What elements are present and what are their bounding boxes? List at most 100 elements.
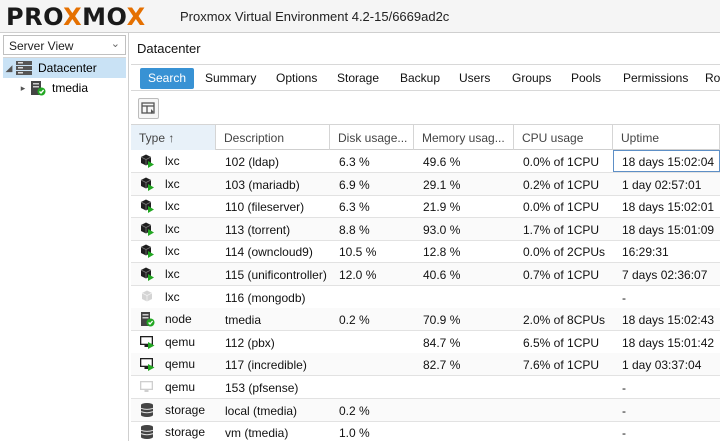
cell-description: 117 (incredible) xyxy=(225,358,307,373)
cell-memory xyxy=(414,286,514,308)
column-header-cpu[interactable]: CPU usage xyxy=(514,125,613,150)
page-title: Datacenter xyxy=(137,41,201,56)
container-running-icon xyxy=(139,198,155,214)
table-row[interactable]: lxc 114 (owncloud9) 10.5 % 12.8 % 0.0% of 2C… xyxy=(131,240,720,264)
tree-item-label: Datacenter xyxy=(38,61,97,75)
tab-summary[interactable]: Summary xyxy=(197,68,264,89)
cell-uptime: 18 days 15:01:09 xyxy=(622,222,715,237)
tree-item-datacenter[interactable]: ◢ Datacenter xyxy=(3,58,126,78)
tab-pools[interactable]: Pools xyxy=(563,68,609,89)
tab-options[interactable]: Options xyxy=(268,68,325,89)
cell-disk: 8.8 % xyxy=(339,222,370,237)
version-label: Proxmox Virtual Environment 4.2-15/6669a… xyxy=(180,9,450,24)
chevron-down-icon[interactable]: ⌄ xyxy=(111,37,120,50)
cell-cpu: 1.7% of 1CPU xyxy=(523,222,600,237)
table-row[interactable]: node tmedia 0.2 % 70.9 % 2.0% of 8CPUs 18 day… xyxy=(131,308,720,332)
expand-icon[interactable]: ▸ xyxy=(17,83,29,94)
cell-type-label: lxc xyxy=(165,199,180,214)
cell-description: 115 (unificontroller) xyxy=(225,268,327,282)
cell-description: 116 (mongodb) xyxy=(225,290,306,305)
cell-type: qemu xyxy=(131,376,216,398)
cell-type: storage xyxy=(131,399,216,421)
column-header-memory[interactable]: Memory usag... xyxy=(414,125,514,150)
grid-toolbar xyxy=(131,95,720,125)
cell-cpu: 0.0% of 1CPU xyxy=(523,155,600,169)
cell-uptime: - xyxy=(622,403,626,418)
cell-cpu: 0.0% of 1CPU xyxy=(523,200,600,215)
cell-cpu xyxy=(514,286,613,308)
table-row[interactable]: lxc 113 (torrent) 8.8 % 93.0 % 1.7% of 1CPU 1… xyxy=(131,217,720,241)
table-row[interactable]: storage local (tmedia) 0.2 % - xyxy=(131,398,720,422)
cell-uptime: 1 day 02:57:01 xyxy=(622,177,702,192)
cell-memory: 21.9 % xyxy=(423,200,461,215)
table-row[interactable]: storage vm (tmedia) 1.0 % - xyxy=(131,421,720,441)
vm-running-icon xyxy=(139,334,155,350)
table-row[interactable]: lxc 103 (mariadb) 6.9 % 29.1 % 0.2% of 1CPU 1… xyxy=(131,172,720,196)
cell-cpu: 6.5% of 1CPU xyxy=(523,335,600,350)
table-row[interactable]: lxc 110 (fileserver) 6.3 % 21.9 % 0.0% of 1C… xyxy=(131,195,720,219)
cell-uptime: - xyxy=(622,381,626,395)
tab-backup[interactable]: Backup xyxy=(392,68,448,89)
cell-description: tmedia xyxy=(225,313,262,328)
tab-search[interactable]: Search xyxy=(140,68,195,89)
cell-memory: 70.9 % xyxy=(423,313,461,328)
cell-memory: 82.7 % xyxy=(423,358,461,373)
cell-uptime: 18 days 15:02:01 xyxy=(622,200,715,215)
tab-groups[interactable]: Groups xyxy=(504,68,559,89)
table-row[interactable]: qemu 112 (pbx) 84.7 % 6.5% of 1CPU 18 days 1… xyxy=(131,331,720,354)
datacenter-icon xyxy=(15,60,33,76)
cell-type-label: lxc xyxy=(165,244,180,259)
cell-memory: 40.6 % xyxy=(423,268,461,282)
cell-type-label: qemu xyxy=(165,380,196,394)
proxmox-logo[interactable]: PROXMOX xyxy=(6,3,146,31)
cell-type: lxc xyxy=(131,263,216,285)
grid-header: Type ↑ Description Disk usage... Memory … xyxy=(131,124,720,150)
column-header-type[interactable]: Type ↑ xyxy=(131,125,216,150)
table-row[interactable]: lxc 102 (ldap) 6.3 % 49.6 % 0.0% of 1CPU 18 d… xyxy=(131,150,720,173)
tab-users[interactable]: Users xyxy=(451,68,498,89)
cell-cpu: 7.6% of 1CPU xyxy=(523,358,600,373)
table-row[interactable]: qemu 117 (incredible) 82.7 % 7.6% of 1CPU 1 … xyxy=(131,353,720,377)
table-row[interactable]: qemu 153 (pfsense) - xyxy=(131,376,720,399)
cell-description: 113 (torrent) xyxy=(225,222,291,237)
table-row[interactable]: lxc 115 (unificontroller) 12.0 % 40.6 % 0.7%… xyxy=(131,263,720,286)
column-header-uptime[interactable]: Uptime xyxy=(613,125,720,150)
container-running-icon xyxy=(139,153,155,169)
columns-icon xyxy=(141,102,155,114)
tree-item-label: tmedia xyxy=(52,81,89,95)
storage-icon xyxy=(139,402,155,418)
view-select[interactable]: Server View ⌄ xyxy=(3,35,126,55)
cell-uptime: - xyxy=(622,426,626,441)
column-header-disk[interactable]: Disk usage... xyxy=(330,125,414,150)
cell-disk: 6.3 % xyxy=(339,155,370,169)
cell-memory: 29.1 % xyxy=(423,177,461,192)
cell-uptime: 7 days 02:36:07 xyxy=(622,268,708,282)
cell-type-label: lxc xyxy=(165,221,180,236)
cell-uptime: 18 days 15:02:43 xyxy=(622,313,715,328)
collapse-icon[interactable]: ◢ xyxy=(3,63,15,74)
cell-memory xyxy=(414,421,514,441)
cell-disk: 6.9 % xyxy=(339,177,370,192)
cell-type: node xyxy=(131,308,216,330)
cell-disk: 12.0 % xyxy=(339,268,377,282)
column-header-description[interactable]: Description xyxy=(216,125,330,150)
cell-uptime: 18 days 15:01:42 xyxy=(622,335,715,350)
top-header: PROXMOX Proxmox Virtual Environment 4.2-… xyxy=(0,0,720,33)
tab-roles[interactable]: Ro xyxy=(697,68,720,89)
columns-button[interactable] xyxy=(138,98,159,119)
cell-cpu xyxy=(514,421,613,441)
cell-type-label: lxc xyxy=(165,289,180,304)
node-online-icon xyxy=(29,80,47,96)
cell-disk xyxy=(330,286,414,308)
cell-type: storage xyxy=(131,421,216,441)
cell-cpu: 0.0% of 2CPUs xyxy=(523,245,606,260)
table-row[interactable]: lxc 116 (mongodb) - xyxy=(131,286,720,309)
cell-disk: 1.0 % xyxy=(339,426,370,441)
tree-item-tmedia[interactable]: ▸ tmedia xyxy=(3,78,126,98)
container-running-icon xyxy=(139,266,155,282)
tab-storage[interactable]: Storage xyxy=(329,68,387,89)
main-panel: Datacenter Search Summary Options Storag… xyxy=(131,33,720,441)
cell-cpu: 0.7% of 1CPU xyxy=(523,268,600,282)
cell-cpu xyxy=(514,399,613,421)
tab-permissions[interactable]: Permissions xyxy=(615,68,696,89)
